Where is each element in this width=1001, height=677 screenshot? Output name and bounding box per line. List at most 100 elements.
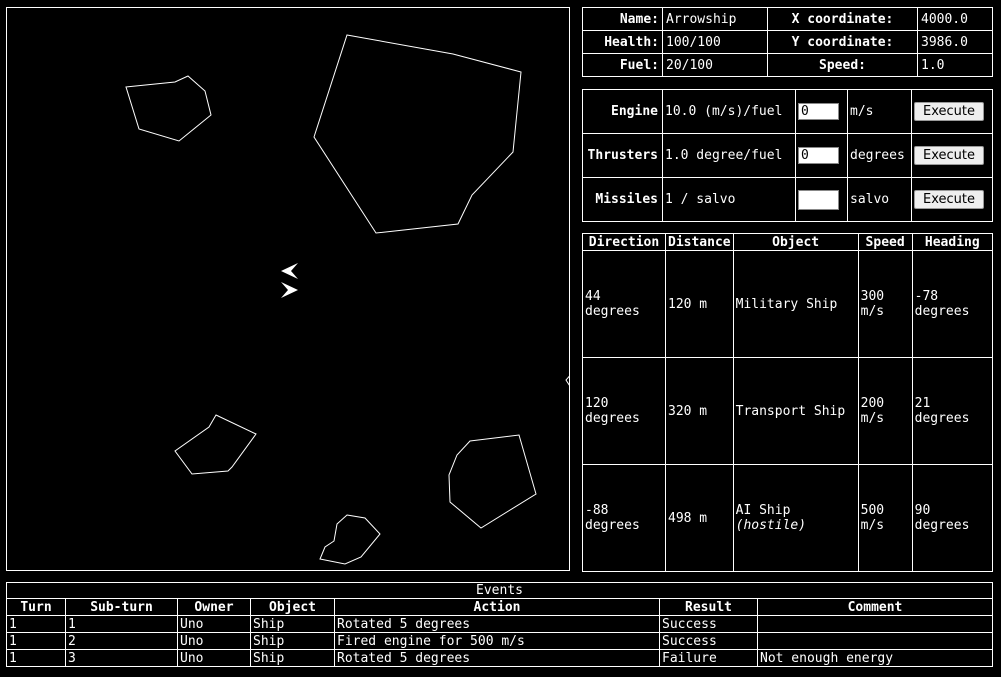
hostile-note: (hostile)	[735, 518, 807, 533]
event-object: Ship	[250, 632, 335, 650]
asteroid	[313, 34, 522, 234]
thrusters-execute-button[interactable]: Execute	[914, 146, 984, 165]
table-row: 120 degrees 320 m Transport Ship 200 m/s…	[582, 357, 994, 465]
table-row: -88 degrees 498 m AI Ship (hostile) 500 m…	[582, 464, 994, 572]
owner-header: Owner	[177, 598, 251, 616]
comment-header: Comment	[757, 598, 993, 616]
y-coordinate-value: 3986.0	[917, 30, 993, 54]
ship-status-table: Name: Arrowship X coordinate: 4000.0 Hea…	[582, 7, 993, 77]
player-ship-icon	[281, 282, 298, 298]
fuel-label: Fuel:	[582, 53, 663, 77]
table-row: 1 3 Uno Ship Rotated 5 degrees Failure N…	[6, 649, 993, 667]
distance-header: Distance	[665, 233, 734, 251]
engine-input[interactable]	[798, 103, 839, 120]
event-comment	[757, 632, 993, 650]
thrusters-input[interactable]	[798, 147, 839, 164]
event-owner: Uno	[177, 632, 251, 650]
space-view[interactable]	[6, 7, 570, 571]
asteroid	[448, 434, 537, 529]
x-coordinate-value: 4000.0	[917, 7, 993, 31]
thrusters-unit: degrees	[847, 133, 912, 178]
name-value: Arrowship	[662, 7, 768, 31]
event-comment	[757, 615, 993, 633]
space-map	[125, 34, 569, 565]
event-result: Failure	[659, 649, 758, 667]
x-coordinate-label: X coordinate:	[767, 7, 918, 31]
engine-control-row: Engine 10.0 (m/s)/fuel m/s Execute	[582, 89, 993, 134]
thrusters-control-row: Thrusters 1.0 degree/fuel degrees Execut…	[582, 133, 993, 178]
direction-header: Direction	[582, 233, 666, 251]
object-direction: 44 degrees	[582, 250, 666, 358]
event-owner: Uno	[177, 615, 251, 633]
event-sub-turn: 1	[65, 615, 178, 633]
thrusters-rate: 1.0 degree/fuel	[662, 133, 796, 178]
object-direction: -88 degrees	[582, 464, 666, 572]
engine-unit: m/s	[847, 89, 912, 134]
ship-icon	[281, 263, 298, 279]
asteroid	[319, 514, 381, 565]
engine-label: Engine	[582, 89, 663, 134]
heading-header: Heading	[911, 233, 994, 251]
turn-header: Turn	[6, 598, 66, 616]
event-turn: 1	[6, 649, 66, 667]
event-turn: 1	[6, 615, 66, 633]
missiles-control-row: Missiles 1 / salvo salvo Execute	[582, 177, 993, 222]
speed-header: Speed	[857, 233, 913, 251]
event-turn: 1	[6, 632, 66, 650]
action-header: Action	[334, 598, 660, 616]
event-action: Rotated 5 degrees	[334, 615, 660, 633]
table-row: 1 1 Uno Ship Rotated 5 degrees Success	[6, 615, 993, 633]
object-heading: 21 degrees	[911, 357, 994, 465]
event-sub-turn: 2	[65, 632, 178, 650]
name-label: Name:	[582, 7, 663, 31]
object-heading: 90 degrees	[911, 464, 994, 572]
asteroid	[565, 375, 569, 386]
object-distance: 320 m	[665, 357, 734, 465]
object-distance: 498 m	[665, 464, 734, 572]
engine-execute-button[interactable]: Execute	[914, 102, 984, 121]
object-header: Object	[250, 598, 335, 616]
asteroid	[174, 414, 257, 475]
object-speed: 500 m/s	[857, 464, 913, 572]
table-row: 1 2 Uno Ship Fired engine for 500 m/s Su…	[6, 632, 993, 650]
object-speed: 300 m/s	[857, 250, 913, 358]
y-coordinate-label: Y coordinate:	[767, 30, 918, 54]
object-speed: 200 m/s	[857, 357, 913, 465]
speed-value: 1.0	[917, 53, 993, 77]
sub-turn-header: Sub-turn	[65, 598, 178, 616]
event-comment: Not enough energy	[757, 649, 993, 667]
event-object: Ship	[250, 615, 335, 633]
missiles-rate: 1 / salvo	[662, 177, 796, 222]
missiles-input[interactable]	[798, 189, 839, 210]
speed-label: Speed:	[767, 53, 918, 77]
missiles-unit: salvo	[847, 177, 912, 222]
object-type: AI Ship	[735, 503, 791, 518]
object-type: Military Ship	[735, 296, 838, 312]
event-result: Success	[659, 615, 758, 633]
result-header: Result	[659, 598, 758, 616]
event-sub-turn: 3	[65, 649, 178, 667]
missiles-execute-button[interactable]: Execute	[914, 190, 984, 209]
missiles-label: Missiles	[582, 177, 663, 222]
event-object: Ship	[250, 649, 335, 667]
object-name: Military Ship	[732, 250, 859, 358]
event-result: Success	[659, 632, 758, 650]
fuel-value: 20/100	[662, 53, 768, 77]
object-distance: 120 m	[665, 250, 734, 358]
event-owner: Uno	[177, 649, 251, 667]
asteroid	[125, 75, 212, 142]
ship-controls-table: Engine 10.0 (m/s)/fuel m/s Execute Thrus…	[582, 89, 993, 222]
event-action: Fired engine for 500 m/s	[334, 632, 660, 650]
object-type: Transport Ship	[735, 403, 846, 419]
object-header: Object	[732, 233, 859, 251]
event-action: Rotated 5 degrees	[334, 649, 660, 667]
events-table: Events Turn Sub-turn Owner Object Action…	[6, 582, 993, 667]
health-value: 100/100	[662, 30, 768, 54]
object-heading: -78 degrees	[911, 250, 994, 358]
engine-rate: 10.0 (m/s)/fuel	[662, 89, 796, 134]
table-row: 44 degrees 120 m Military Ship 300 m/s -…	[582, 250, 994, 358]
object-name: AI Ship (hostile)	[732, 464, 859, 572]
object-name: Transport Ship	[732, 357, 859, 465]
object-direction: 120 degrees	[582, 357, 666, 465]
events-caption: Events	[6, 582, 993, 598]
